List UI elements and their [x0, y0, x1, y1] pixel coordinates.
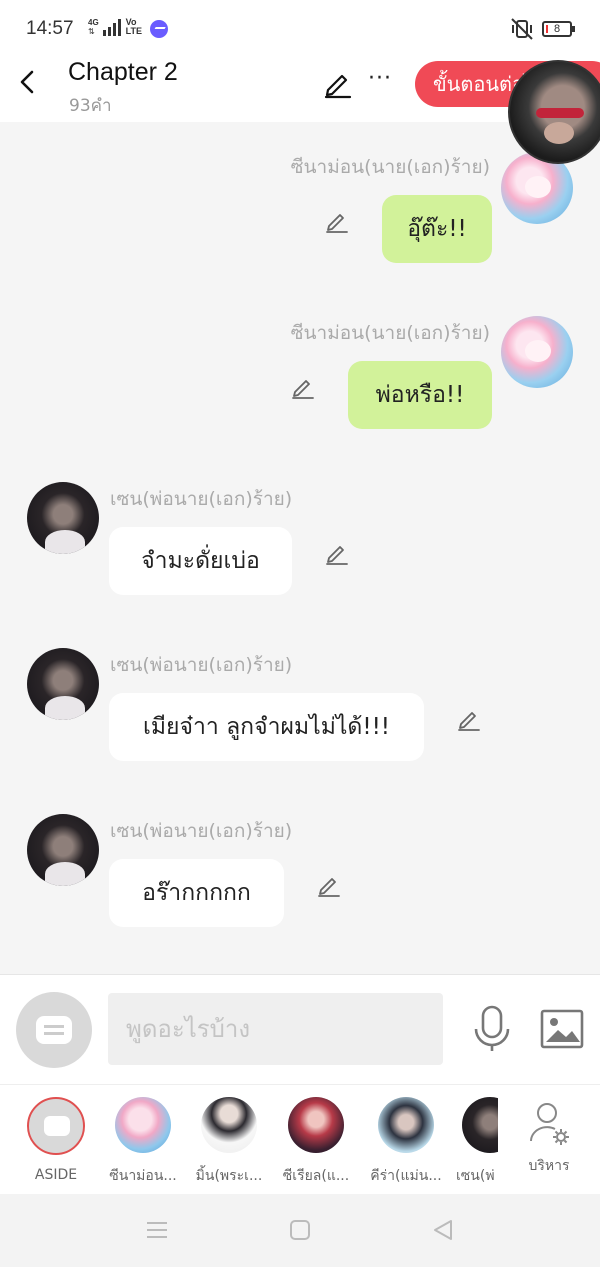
sender-name: เซน(พ่อนาย(เอก)ร้าย)	[110, 820, 293, 842]
aside-icon	[27, 1097, 85, 1155]
pink-hair-avatar[interactable]	[501, 316, 573, 388]
character-avatar	[462, 1097, 498, 1153]
message-bubble[interactable]: อร๊ากกกกก	[109, 859, 284, 927]
user-settings-icon	[530, 1103, 569, 1145]
composer-bar	[0, 974, 600, 1084]
edit-message-icon[interactable]	[456, 706, 482, 732]
network-type: 4G	[88, 18, 99, 27]
character-avatar	[378, 1097, 434, 1153]
character-label: เซน(พ่	[456, 1168, 495, 1184]
sender-name: เซน(พ่อนาย(เอก)ร้าย)	[110, 654, 293, 676]
character-avatar	[201, 1097, 257, 1153]
chat-thread[interactable]: ซีนาม่อน(นาย(เอก)ร้าย) อุ๊ต๊ะ!! ซีนาม่อน…	[0, 122, 600, 974]
page-title: Chapter 2	[68, 58, 178, 86]
message-bubble[interactable]: พ่อหรือ!!	[348, 361, 492, 429]
dark-hair-avatar[interactable]	[27, 482, 99, 554]
home-icon[interactable]	[288, 1218, 312, 1242]
status-time: 14:57	[26, 18, 74, 39]
floating-profile-avatar[interactable]	[508, 60, 600, 164]
character-picker: ASIDE ซีนาม่อน... มิ้น(พระเ... ซีเรียล(แ…	[0, 1084, 600, 1194]
system-nav-bar	[0, 1194, 600, 1267]
recent-apps-icon[interactable]	[145, 1218, 169, 1242]
edit-pencil-icon[interactable]	[322, 68, 354, 100]
chat-message: ซีนาม่อน(นาย(เอก)ร้าย) อุ๊ต๊ะ!!	[0, 150, 600, 270]
sender-name: ซีนาม่อน(นาย(เอก)ร้าย)	[290, 156, 490, 178]
character-avatar	[288, 1097, 344, 1153]
message-bubble[interactable]: จำมะดั่ยเบ่อ	[109, 527, 292, 595]
character-item[interactable]: เซน(พ่	[450, 1097, 498, 1187]
edit-message-icon[interactable]	[316, 872, 342, 898]
dark-hair-avatar[interactable]	[27, 648, 99, 720]
character-label: บริหาร	[528, 1158, 570, 1174]
character-item[interactable]: มิ้น(พระเ...	[184, 1097, 274, 1187]
chat-message: เซน(พ่อนาย(เอก)ร้าย) เมียจ๋าา ลูกจำผมไม่…	[0, 648, 600, 768]
character-aside[interactable]: ASIDE	[11, 1097, 101, 1183]
back-icon[interactable]	[431, 1218, 455, 1242]
message-input[interactable]	[108, 993, 443, 1065]
character-label: คีร่า(แม่น...	[370, 1168, 442, 1184]
character-avatar	[115, 1097, 171, 1153]
chat-message: ซีนาม่อน(นาย(เอก)ร้าย) พ่อหรือ!!	[0, 316, 600, 436]
sender-name: ซีนาม่อน(นาย(เอก)ร้าย)	[290, 322, 490, 344]
character-label: ซีเรียล(แ...	[282, 1168, 350, 1184]
message-bubble[interactable]: อุ๊ต๊ะ!!	[382, 195, 492, 263]
messenger-icon	[150, 20, 168, 38]
network-indicator: 4G ⇅ Vo LTE	[88, 18, 147, 36]
chat-message: เซน(พ่อนาย(เอก)ร้าย) อร๊ากกกกก	[0, 814, 600, 934]
chat-message: เซน(พ่อนาย(เอก)ร้าย) จำมะดั่ยเบ่อ	[0, 482, 600, 602]
image-upload-icon[interactable]	[540, 1009, 584, 1049]
character-item[interactable]: ซีนาม่อน...	[98, 1097, 188, 1187]
back-arrow-icon[interactable]	[14, 68, 42, 96]
sender-name: เซน(พ่อนาย(เอก)ร้าย)	[110, 488, 293, 510]
microphone-icon[interactable]	[472, 1005, 512, 1053]
battery-icon: 8	[542, 21, 575, 37]
chat-bubble-icon	[36, 1016, 72, 1044]
more-options-icon[interactable]: ···	[368, 66, 392, 91]
word-count: 93คำ	[69, 96, 112, 116]
message-bubble[interactable]: เมียจ๋าา ลูกจำผมไม่ได้!!!	[109, 693, 424, 761]
aside-toggle-button[interactable]	[16, 992, 92, 1068]
vibrate-mute-icon	[511, 18, 533, 40]
manage-characters[interactable]: บริหาร	[504, 1097, 594, 1177]
signal-icon	[102, 18, 121, 36]
status-bar: 14:57 4G ⇅ Vo LTE 8	[0, 0, 600, 58]
edit-message-icon[interactable]	[290, 374, 316, 400]
edit-message-icon[interactable]	[324, 540, 350, 566]
character-label: ซีนาม่อน...	[109, 1168, 177, 1184]
character-item[interactable]: คีร่า(แม่น...	[361, 1097, 451, 1187]
character-label: มิ้น(พระเ...	[195, 1168, 263, 1184]
character-item[interactable]: ซีเรียล(แ...	[271, 1097, 361, 1187]
character-label: ASIDE	[34, 1167, 78, 1183]
edit-message-icon[interactable]	[324, 208, 350, 234]
volte-label: Vo LTE	[124, 18, 147, 36]
dark-hair-avatar[interactable]	[27, 814, 99, 886]
